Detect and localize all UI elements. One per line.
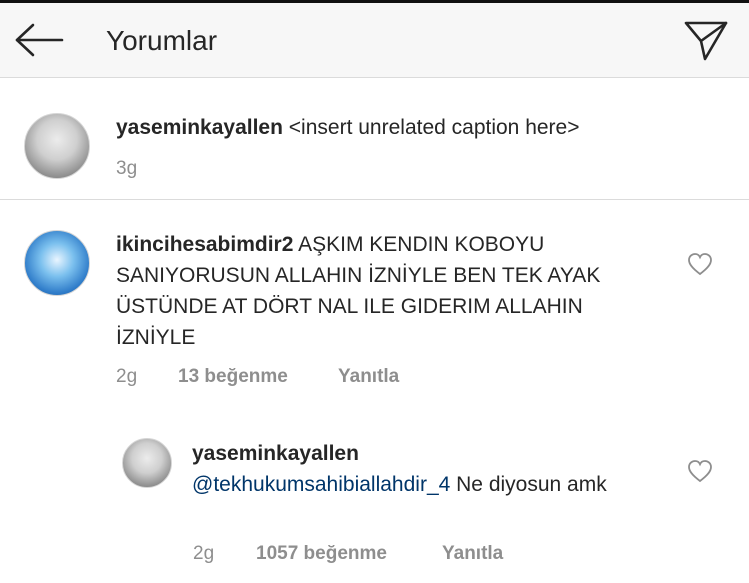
- reply-body: Ne diyosun amk: [456, 473, 607, 496]
- reply-username[interactable]: yaseminkayallen: [192, 438, 612, 469]
- caption-username[interactable]: yaseminkayallen: [116, 116, 283, 139]
- arrow-left-icon: [15, 23, 64, 57]
- share-button[interactable]: [683, 19, 729, 63]
- divider: [0, 199, 749, 200]
- header-bar: Yorumlar: [0, 3, 749, 78]
- page-title: Yorumlar: [106, 25, 218, 56]
- avatar[interactable]: [24, 230, 90, 296]
- reply-button[interactable]: Yanıtla: [442, 543, 503, 565]
- heart-outline-icon: [688, 253, 712, 276]
- like-button[interactable]: [687, 252, 713, 276]
- reply-time: 2g: [193, 543, 215, 564]
- caption-time: 3g: [116, 158, 138, 179]
- post-caption: yaseminkayallen <insert unrelated captio…: [0, 78, 749, 199]
- avatar[interactable]: [24, 113, 90, 179]
- paper-plane-icon: [684, 21, 728, 61]
- reply-text: yaseminkayallen @tekhukumsahibiallahdir_…: [192, 438, 612, 500]
- reply-button[interactable]: Yanıtla: [338, 366, 399, 388]
- comment-likes[interactable]: 13 beğenme: [178, 366, 288, 388]
- heart-outline-icon: [688, 460, 712, 483]
- comment-text: ikincihesabimdir2 AŞKIM KENDIN KOBOYU SA…: [116, 229, 616, 353]
- reply-likes[interactable]: 1057 beğenme: [256, 543, 387, 565]
- like-button[interactable]: [687, 459, 713, 483]
- caption-text: yaseminkayallen <insert unrelated captio…: [116, 112, 726, 143]
- comment-username[interactable]: ikincihesabimdir2: [116, 233, 293, 256]
- caption-body: <insert unrelated caption here>: [288, 116, 580, 139]
- back-button[interactable]: [14, 23, 66, 57]
- avatar[interactable]: [122, 438, 172, 488]
- reply-mention[interactable]: @tekhukumsahibiallahdir_4: [192, 473, 450, 496]
- comment-time: 2g: [116, 366, 138, 387]
